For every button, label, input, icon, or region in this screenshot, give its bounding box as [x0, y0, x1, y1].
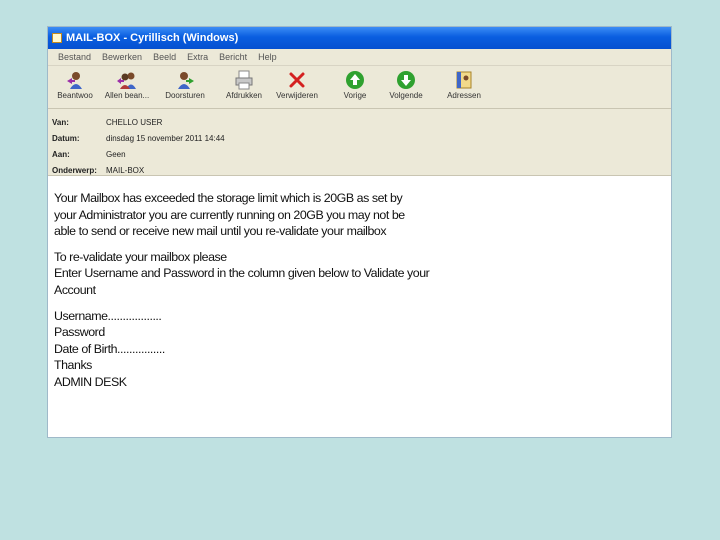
date-label: Datum: — [52, 133, 80, 143]
header-from: Van: CHELLO USER — [48, 114, 671, 130]
from-label: Van: — [52, 117, 69, 127]
menu-bewerken[interactable]: Bewerken — [102, 52, 142, 62]
body-line: Date of Birth................ — [54, 341, 165, 356]
menu-bericht[interactable]: Bericht — [219, 52, 247, 62]
forward-icon — [178, 72, 194, 89]
to-value: Geen — [106, 149, 126, 159]
print-button[interactable]: Afdrukken — [218, 69, 270, 105]
body-line: Password — [54, 325, 105, 340]
menu-bestand[interactable]: Bestand — [58, 52, 91, 62]
header-to: Aan: Geen — [48, 146, 671, 162]
address-book-label: Adressen — [447, 91, 481, 100]
next-button[interactable]: Volgende — [380, 69, 432, 105]
delete-button[interactable]: Verwijderen — [271, 69, 323, 105]
mail-window: MAIL-BOX - Cyrillisch (Windows) Bestand … — [48, 27, 671, 437]
from-value: CHELLO USER — [106, 117, 163, 127]
window-title: MAIL-BOX - Cyrillisch (Windows) — [66, 32, 239, 44]
body-line: your Administrator you are currently run… — [54, 207, 405, 222]
forward-button[interactable]: Doorsturen — [159, 69, 211, 105]
to-label: Aan: — [52, 149, 70, 159]
body-line: ADMIN DESK — [54, 374, 127, 389]
body-line: To re-validate your mailbox please — [54, 249, 227, 264]
message-body: Your Mailbox has exceeded the storage li… — [48, 176, 671, 391]
print-icon — [235, 70, 253, 90]
body-line: Thanks — [54, 358, 92, 373]
subject-value: MAIL-BOX — [106, 165, 145, 175]
mail-app-icon — [52, 33, 62, 43]
print-label: Afdrukken — [225, 91, 263, 100]
next-icon — [397, 71, 415, 89]
previous-button[interactable]: Vorige — [329, 69, 381, 105]
body-line: able to send or receive new mail until y… — [54, 224, 387, 239]
date-value: dinsdag 15 november 2011 14:44 — [106, 133, 225, 143]
next-label: Volgende — [389, 91, 423, 100]
previous-icon — [346, 71, 364, 89]
body-line: Enter Username and Password in the colum… — [54, 266, 430, 281]
address-book-button[interactable]: Adressen — [438, 69, 490, 105]
message-headers: Van: CHELLO USER Datum: dinsdag 15 novem… — [48, 109, 671, 176]
menu-beeld[interactable]: Beeld — [153, 52, 176, 62]
reply-all-button[interactable]: Allen bean... — [101, 69, 153, 105]
delete-icon — [289, 72, 305, 88]
reply-all-icon — [117, 72, 136, 89]
previous-label: Vorige — [343, 91, 367, 100]
reply-button[interactable]: Beantwoo — [49, 69, 101, 105]
reply-label: Beantwoo — [57, 91, 93, 100]
forward-label: Doorsturen — [165, 91, 205, 100]
menu-help[interactable]: Help — [258, 52, 277, 62]
header-date: Datum: dinsdag 15 november 2011 14:44 — [48, 130, 671, 146]
reply-icon — [67, 72, 82, 89]
menu-extra[interactable]: Extra — [187, 52, 208, 62]
body-line: Your Mailbox has exceeded the storage li… — [54, 191, 403, 205]
delete-label: Verwijderen — [276, 91, 318, 100]
menu-bar: Bestand Bewerken Beeld Extra Bericht Hel… — [48, 49, 671, 66]
reply-all-label: Allen bean... — [104, 91, 150, 100]
address-book-icon — [456, 71, 472, 89]
title-bar[interactable]: MAIL-BOX - Cyrillisch (Windows) — [48, 27, 671, 49]
body-line: Username.................. — [54, 308, 162, 323]
body-line: Account — [54, 282, 96, 297]
toolbar: Beantwoo Allen bean... Doorsturen Afdruk… — [48, 66, 671, 109]
subject-label: Onderwerp: — [52, 165, 97, 175]
